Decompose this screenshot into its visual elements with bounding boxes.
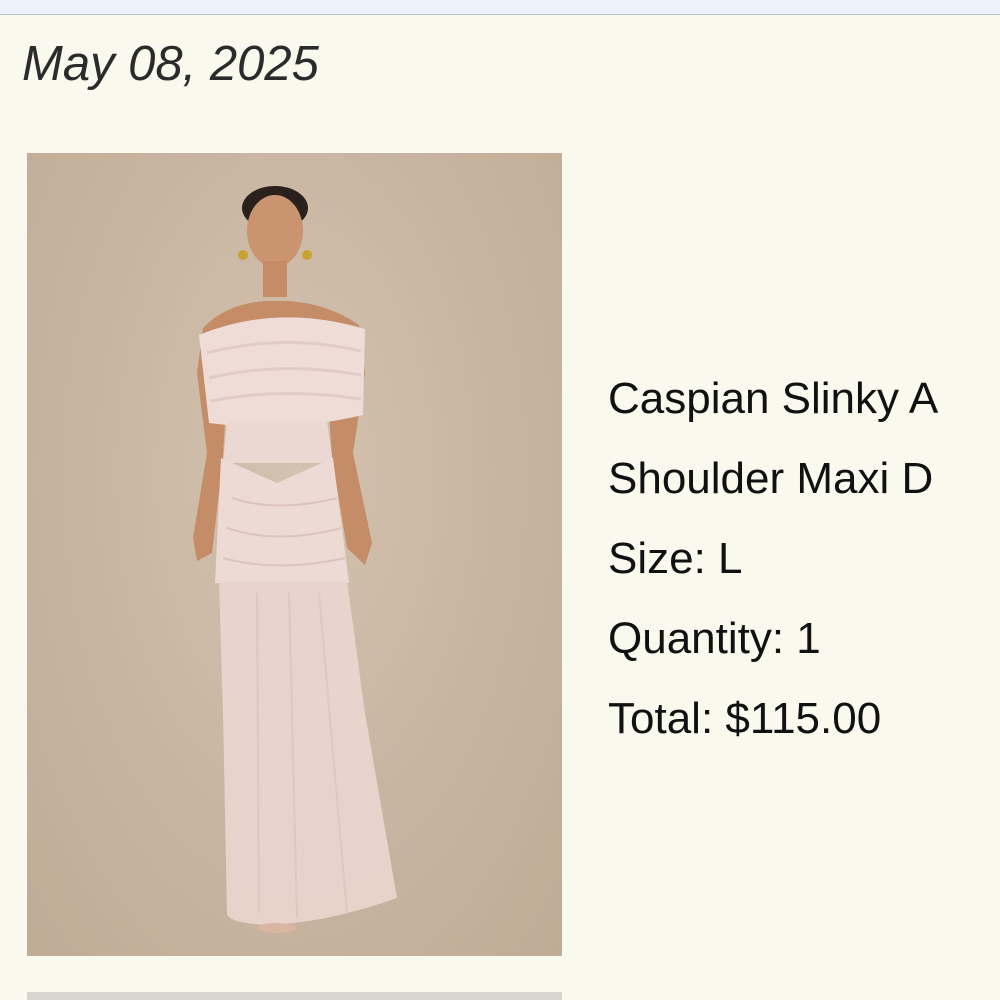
product-name-line-1[interactable]: Caspian Slinky A xyxy=(608,366,1000,446)
order-date: May 08, 2025 xyxy=(22,37,319,91)
product-name-line-2[interactable]: Shoulder Maxi D xyxy=(608,446,1000,526)
dress-photo-graphic xyxy=(193,186,397,933)
product-image[interactable] xyxy=(27,153,562,956)
browser-top-strip xyxy=(0,0,1000,15)
product-quantity: Quantity: 1 xyxy=(608,614,821,663)
product-total: Total: $115.00 xyxy=(608,694,882,743)
next-item-image-edge xyxy=(27,992,562,1000)
order-item-details: Caspian Slinky A Shoulder Maxi D Size: L… xyxy=(608,366,1000,766)
product-size: Size: L xyxy=(608,534,743,583)
